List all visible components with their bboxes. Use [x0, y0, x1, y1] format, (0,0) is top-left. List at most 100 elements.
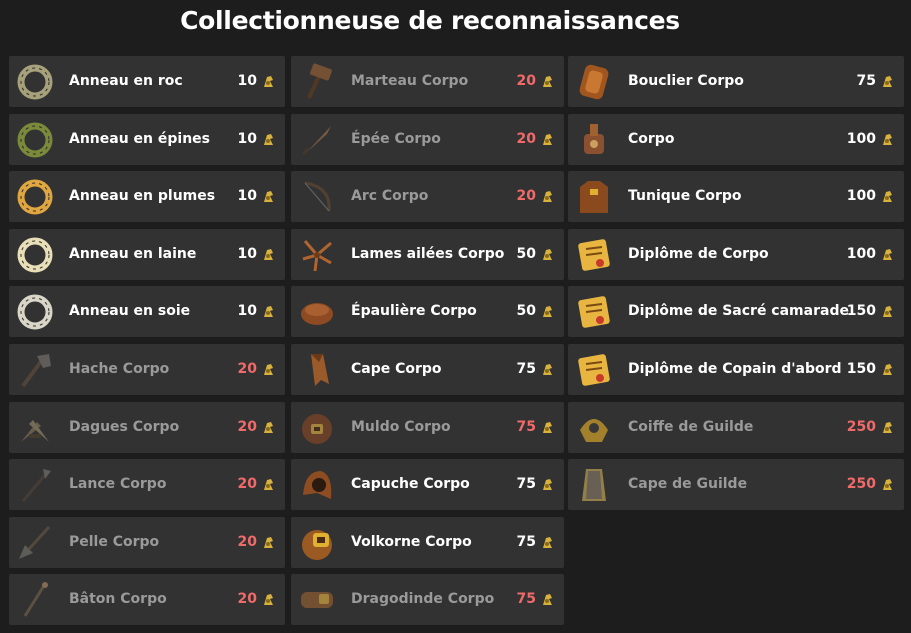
shop-item[interactable]: Bouclier Corpo 75 [568, 56, 904, 107]
item-name: Anneau en laine [69, 245, 197, 262]
shop-item[interactable]: Cape Corpo 75 [291, 343, 564, 395]
shop-item[interactable]: Volkorne Corpo 75 [291, 516, 564, 568]
item-name: Pelle Corpo [69, 533, 160, 550]
item-name: Marteau Corpo [351, 73, 469, 89]
shop-item[interactable]: Dragodinde Corpo 75 [291, 574, 564, 626]
shoulder-pad-icon [297, 292, 337, 332]
shop-item[interactable]: Dagues Corpo 20 [9, 401, 285, 453]
item-price: 10 [237, 303, 257, 320]
item-name: Lames ailées Corpo [351, 245, 505, 262]
shop-item[interactable]: Capuche Corpo 75 [291, 459, 564, 511]
shop-item[interactable]: Tunique Corpo 100 [568, 171, 904, 223]
staff-icon [15, 580, 55, 620]
shop-item[interactable]: Marteau Corpo 20 [291, 56, 564, 107]
kama-icon [541, 189, 554, 203]
shop-item[interactable]: Lance Corpo 20 [9, 459, 285, 511]
shop-item[interactable]: Muldo Corpo 75 [291, 401, 564, 453]
shop-item[interactable]: Corpo 100 [568, 113, 904, 165]
item-price: 10 [237, 188, 257, 205]
item-name: Cape Corpo [351, 360, 442, 377]
kama-icon [881, 247, 894, 261]
item-price: 75 [516, 533, 536, 550]
shop-item[interactable]: Diplôme de Copain d'abord 150 [568, 343, 904, 395]
feather-ring-icon [15, 177, 55, 217]
shop-item[interactable]: Coiffe de Guilde 250 [568, 401, 904, 453]
item-name: Anneau en soie [69, 303, 191, 320]
thorn-ring-icon [15, 120, 55, 160]
item-name: Volkorne Corpo [351, 533, 472, 550]
axe-icon [15, 350, 55, 390]
item-price: 75 [516, 476, 536, 493]
kama-icon [262, 592, 275, 606]
kama-icon [262, 74, 275, 88]
item-name: Cape de Guilde [628, 476, 748, 493]
item-price: 250 [846, 418, 876, 435]
kama-icon [262, 189, 275, 203]
shop-item[interactable]: Bâton Corpo 20 [9, 574, 285, 626]
item-price: 10 [237, 245, 257, 262]
item-price: 10 [237, 130, 257, 147]
winged-blades-icon [297, 235, 337, 275]
column-rings-weapons: Anneau en roc 10 Anneau en épines 10 Anneau … [9, 56, 285, 632]
item-price: 20 [516, 188, 536, 205]
item-price: 20 [237, 360, 257, 377]
kama-icon [541, 362, 554, 376]
column-corpo-gear: Marteau Corpo 20 Épée Corpo 20 Arc Corpo 20 La… [291, 56, 564, 632]
shop-item[interactable]: Pelle Corpo 20 [9, 516, 285, 568]
item-name: Diplôme de Corpo [628, 245, 769, 262]
corpo-pet-icon [574, 120, 614, 160]
kama-icon [262, 362, 275, 376]
shop-item[interactable]: Diplôme de Corpo 100 [568, 228, 904, 280]
kama-icon [262, 535, 275, 549]
kama-icon [541, 592, 554, 606]
item-price: 50 [516, 245, 536, 262]
shop-item[interactable]: Lames ailées Corpo 50 [291, 228, 564, 280]
shop-item[interactable]: Anneau en laine 10 [9, 228, 285, 280]
kama-icon [262, 247, 275, 261]
page-title: Collectionneuse de reconnaissances [180, 6, 680, 35]
spear-icon [15, 465, 55, 505]
item-price: 150 [846, 303, 876, 320]
shop-item[interactable]: Diplôme de Sacré camarade 150 [568, 286, 904, 338]
wool-ring-icon [15, 235, 55, 275]
item-price: 75 [856, 73, 876, 89]
item-price: 20 [237, 418, 257, 435]
shop-item[interactable]: Anneau en épines 10 [9, 113, 285, 165]
guild-cape-icon [574, 465, 614, 505]
shop-item[interactable]: Épée Corpo 20 [291, 113, 564, 165]
item-name: Diplôme de Copain d'abord [628, 360, 842, 377]
item-name: Coiffe de Guilde [628, 418, 754, 435]
kama-icon [541, 477, 554, 491]
shop-item[interactable]: Cape de Guilde 250 [568, 459, 904, 511]
hammer-icon [297, 62, 337, 102]
shop-item[interactable]: Épaulière Corpo 50 [291, 286, 564, 338]
item-name: Épée Corpo [351, 130, 441, 147]
shield-icon [574, 62, 614, 102]
kama-icon [541, 74, 554, 88]
kama-icon [262, 420, 275, 434]
bow-icon [297, 177, 337, 217]
stone-ring-icon [15, 62, 55, 102]
item-name: Anneau en roc [69, 73, 183, 89]
item-price: 150 [846, 360, 876, 377]
item-price: 20 [237, 476, 257, 493]
shop-item[interactable]: Arc Corpo 20 [291, 171, 564, 223]
item-price: 75 [516, 418, 536, 435]
kama-icon [881, 74, 894, 88]
shop-item[interactable]: Anneau en plumes 10 [9, 171, 285, 223]
sword-icon [297, 120, 337, 160]
item-name: Anneau en épines [69, 130, 210, 147]
shop-item[interactable]: Hache Corpo 20 [9, 343, 285, 395]
dragoturkey-icon [297, 580, 337, 620]
item-price: 10 [237, 73, 257, 89]
item-name: Dragodinde Corpo [351, 591, 495, 608]
item-price: 250 [846, 476, 876, 493]
item-name: Diplôme de Sacré camarade [628, 303, 849, 320]
item-name: Corpo [628, 130, 675, 147]
item-name: Hache Corpo [69, 360, 170, 377]
diploma-icon [574, 235, 614, 275]
kama-icon [881, 304, 894, 318]
shop-item[interactable]: Anneau en roc 10 [9, 56, 285, 107]
shop-item[interactable]: Anneau en soie 10 [9, 286, 285, 338]
kama-icon [262, 132, 275, 146]
